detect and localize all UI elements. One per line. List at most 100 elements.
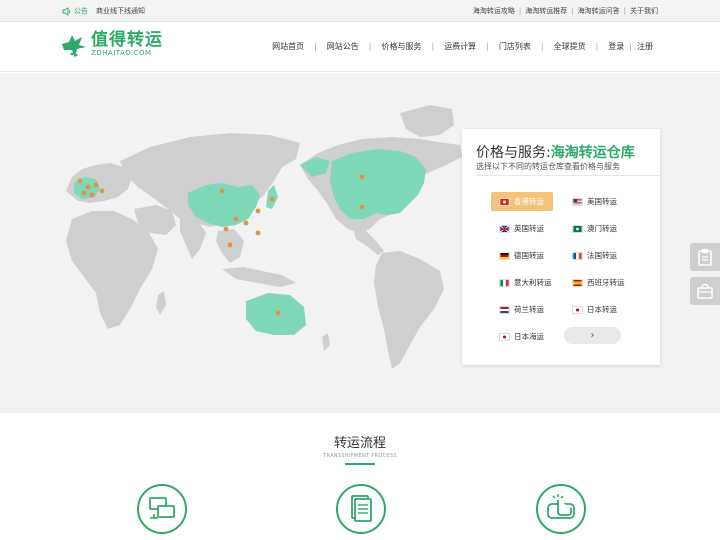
south-america-land (374, 251, 444, 369)
nav-notice[interactable]: 网站公告 (327, 41, 359, 52)
option-label: 美国转运 (587, 197, 617, 206)
marker (93, 182, 99, 188)
top-links: 海淘转运攻略 | 海淘转运推荐 | 海淘转运问答 | 关于我们 (473, 6, 658, 16)
nav-pricing[interactable]: 价格与服务 (381, 41, 421, 52)
marker (255, 208, 261, 214)
option-label: 法国转运 (587, 251, 617, 260)
option-italy[interactable]: 意大利转运 (491, 273, 553, 292)
process-title: 转运流程 (333, 436, 386, 451)
panel-title-highlight: 海淘转运仓库 (550, 145, 635, 161)
flag-de-icon (499, 251, 510, 260)
notice[interactable]: 公告 商业线下线通知 (62, 6, 145, 16)
computer-transfer-icon (149, 497, 175, 519)
next-page-button[interactable]: › (564, 327, 621, 344)
option-label: 日本转运 (587, 305, 617, 314)
option-germany[interactable]: 德国转运 (491, 246, 553, 265)
option-netherlands[interactable]: 荷兰转运 (491, 300, 553, 319)
option-label: 日本海运 (514, 332, 544, 341)
process-subtitle: TRANSSHIPMENT PROCESS (323, 453, 397, 459)
bag-icon (697, 283, 713, 299)
madagascar-land (156, 291, 166, 315)
map-section: 价格与服务:海淘转运仓库 选择以下不同的转运仓库查看价格与服务 香港转运 美国转… (0, 73, 720, 413)
panel-title-prefix: 价格与服务: (476, 145, 551, 161)
marker (89, 192, 95, 198)
clipboard-button[interactable] (690, 243, 720, 271)
flag-es-icon (572, 278, 583, 287)
option-spain[interactable]: 西班牙转运 (564, 273, 626, 292)
flag-jp-icon (499, 332, 510, 341)
option-france[interactable]: 法国转运 (564, 246, 626, 265)
marker (233, 216, 239, 222)
divider: | (518, 7, 522, 15)
toplink-faq[interactable]: 海淘转运问答 (578, 6, 620, 16)
document-icon (351, 495, 372, 522)
marker (255, 230, 261, 236)
nav-global-pickup[interactable]: 全球提货 (554, 41, 586, 52)
toplink-about[interactable]: 关于我们 (630, 6, 658, 16)
hand-click-icon (547, 494, 575, 519)
nav-stores[interactable]: 门店列表 (499, 41, 531, 52)
register-link[interactable]: 注册 (637, 41, 653, 52)
option-usa[interactable]: 美国转运 (564, 192, 626, 211)
option-hong-kong[interactable]: 香港转运 (491, 192, 553, 211)
divider: | (314, 42, 317, 51)
divider: | (623, 7, 626, 15)
divider: | (486, 42, 489, 51)
toplink-recommend[interactable]: 海淘转运推荐 (525, 6, 567, 16)
divider: | (595, 42, 599, 51)
divider (476, 175, 660, 176)
step-document-icon-wrap (336, 484, 386, 534)
process-underline (345, 463, 375, 465)
africa-land (66, 211, 158, 329)
side-tools (690, 243, 720, 311)
option-label: 澳门转运 (587, 224, 617, 233)
option-label: 香港转运 (514, 197, 544, 206)
notice-tag: 公告 (74, 7, 88, 15)
option-macau[interactable]: 澳门转运 (564, 219, 626, 238)
nav-freight-calculator[interactable]: 运费计算 (444, 41, 476, 52)
india-land (180, 219, 206, 259)
login-link[interactable]: 登录 (608, 41, 624, 52)
speaker-icon (62, 6, 71, 16)
flag-jp-icon (572, 305, 583, 314)
marker (227, 242, 233, 248)
new-zealand-land (322, 333, 330, 351)
option-label: 德国转运 (514, 251, 544, 260)
flag-fr-icon (572, 251, 583, 260)
toplink-guide[interactable]: 海淘转运攻略 (473, 6, 515, 16)
flag-it-icon (499, 278, 510, 287)
step-register-icon-wrap (137, 484, 187, 534)
price-service-panel: 价格与服务:海淘转运仓库 选择以下不同的转运仓库查看价格与服务 香港转运 美国转… (462, 129, 660, 365)
option-japan[interactable]: 日本转运 (564, 300, 626, 319)
greenland-land (400, 105, 454, 137)
marker (359, 204, 365, 210)
marker (269, 196, 275, 202)
main-nav: 网站首页 | 网站公告 | 价格与服务 | 运费计算 | 门店列表 | 全球提货… (272, 41, 653, 52)
flag-mo-icon (572, 224, 583, 233)
marker (85, 184, 91, 190)
divider: | (571, 7, 574, 15)
divider: | (431, 42, 435, 51)
option-label: 西班牙转运 (587, 278, 625, 287)
option-label: 意大利转运 (514, 278, 552, 287)
site-header: 值得转运 ZDHAITAO.COM 网站首页 | 网站公告 | 价格与服务 | … (0, 22, 720, 72)
marker (99, 188, 105, 194)
marker (81, 190, 87, 196)
option-label: 英国转运 (514, 224, 544, 233)
step-click-icon-wrap (536, 484, 586, 534)
logo-domain: ZDHAITAO.COM (91, 49, 152, 57)
logo-bird-icon (62, 35, 86, 58)
flag-uk-icon (499, 224, 510, 233)
logo[interactable]: 值得转运 ZDHAITAO.COM (60, 31, 163, 61)
bag-button[interactable] (690, 277, 720, 305)
notice-text[interactable]: 商业线下线通知 (96, 6, 145, 16)
indonesia-land (222, 267, 296, 287)
panel-subtitle: 选择以下不同的转运仓库查看价格与服务 (476, 162, 620, 171)
marker (243, 220, 249, 226)
option-japan-sea[interactable]: 日本海运 (491, 327, 553, 346)
option-uk[interactable]: 英国转运 (491, 219, 553, 238)
flag-us-icon (572, 197, 583, 206)
marker (275, 310, 281, 316)
usa-canada-region (330, 149, 426, 219)
nav-home[interactable]: 网站首页 (272, 41, 304, 52)
